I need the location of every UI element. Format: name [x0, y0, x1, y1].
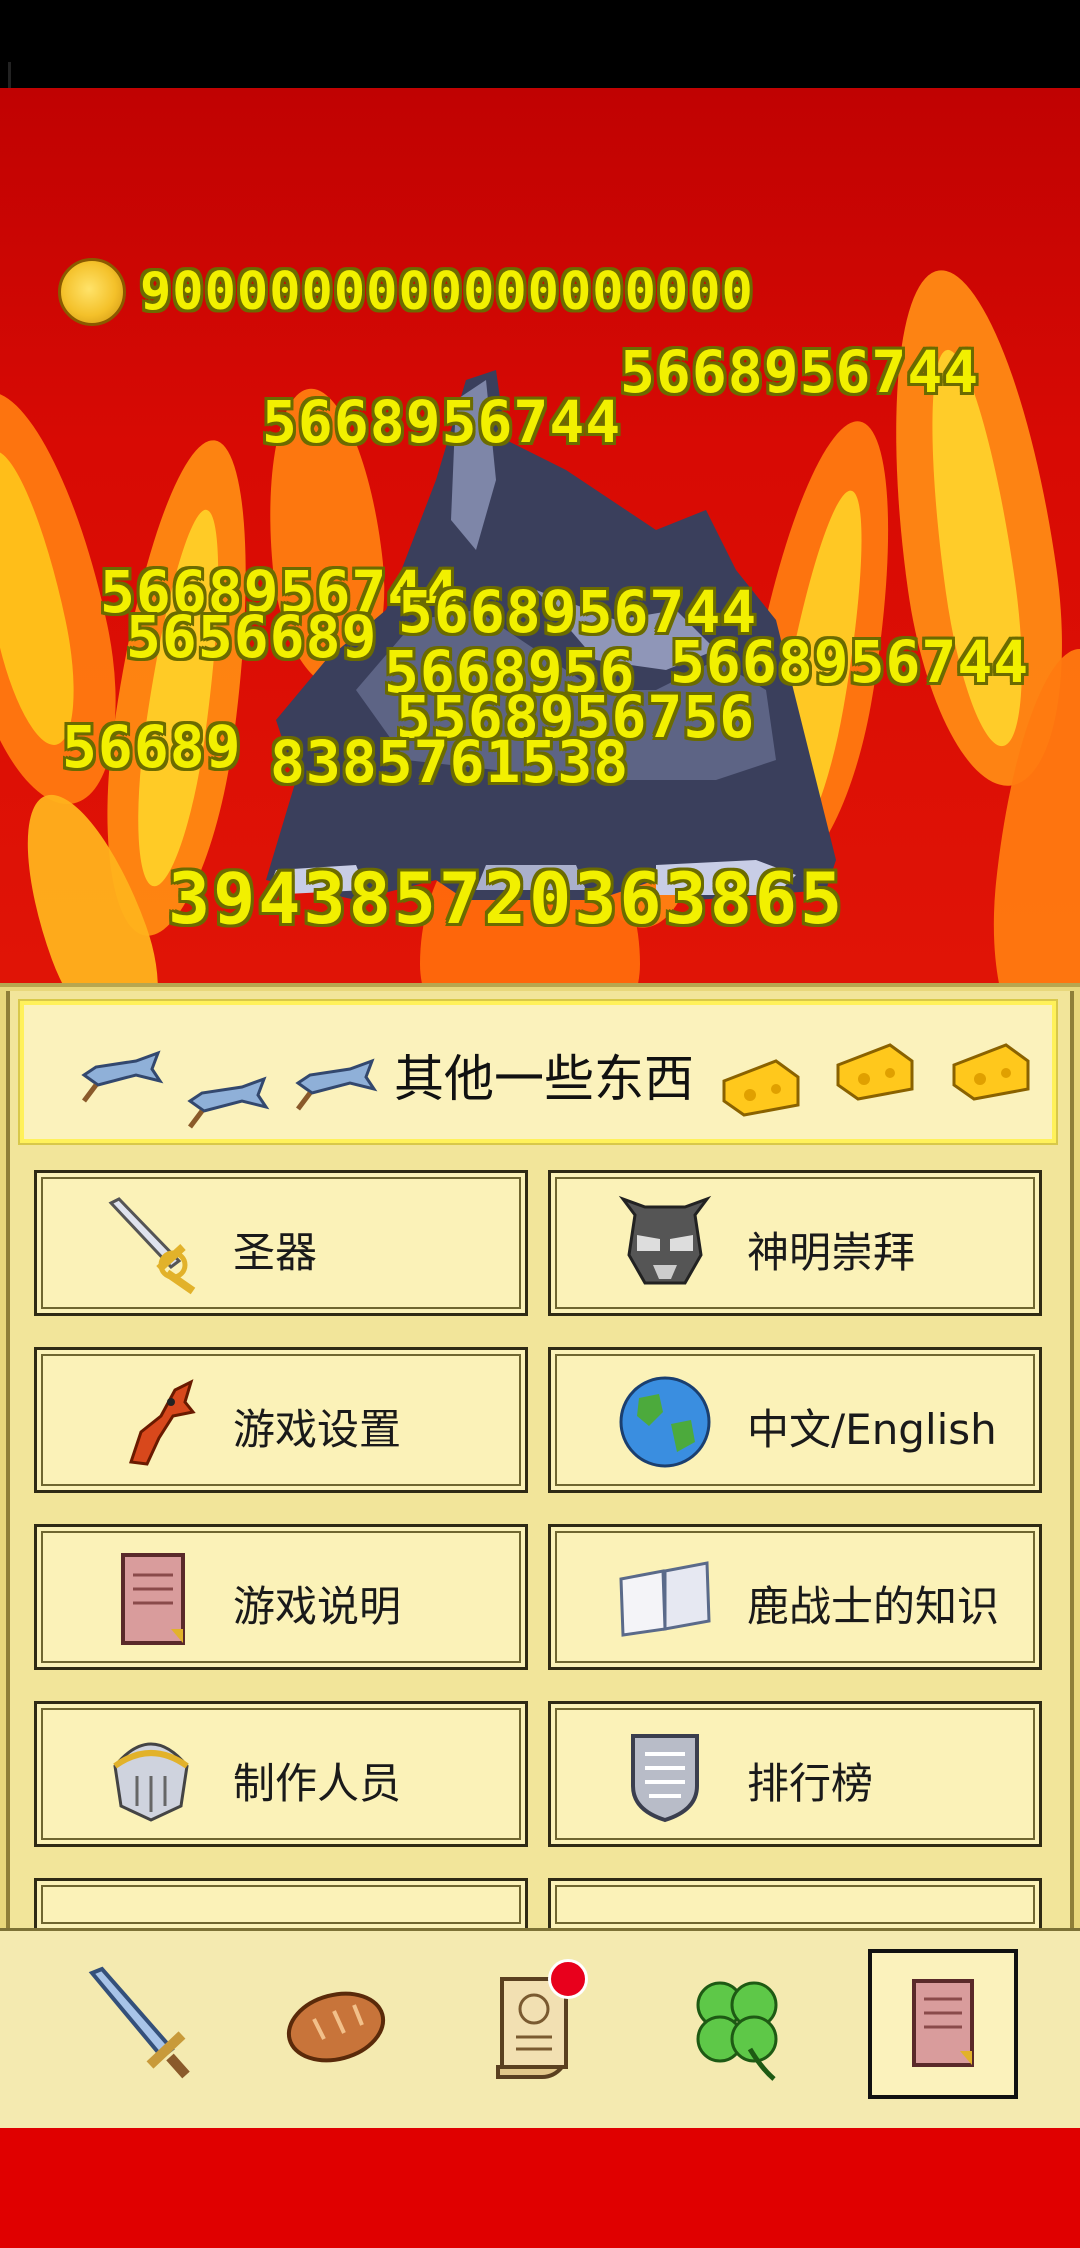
god-worship-button[interactable]: 神明崇拜 [548, 1170, 1042, 1316]
globe-icon [619, 1376, 711, 1468]
footer-bar [0, 2128, 1080, 2248]
status-bar [0, 0, 1080, 152]
game-settings-button[interactable]: 游戏设置 [34, 1347, 528, 1493]
holy-sword-icon [108, 1197, 196, 1295]
notification-badge [548, 1959, 588, 1999]
gold-amount: 9000000000000000000 [140, 262, 754, 322]
holy-artifact-button[interactable]: 圣器 [34, 1170, 528, 1316]
open-book-icon [619, 1561, 711, 1637]
cheese-icon [836, 1043, 914, 1101]
damage-number: 5656689 [126, 603, 378, 671]
menu-title-box: 其他一些东西 [20, 1001, 1056, 1143]
nav-other[interactable] [868, 1949, 1018, 2099]
book-icon [912, 1979, 974, 2067]
button-label: 鹿战士的知识 [747, 1582, 1000, 1631]
button-label: 中文/English [747, 1405, 997, 1454]
button-label: 排行榜 [747, 1759, 874, 1808]
nav-food[interactable] [262, 1949, 412, 2099]
scroll-icon [496, 1977, 568, 2079]
fish-icon [81, 1050, 164, 1103]
button-label: 制作人员 [233, 1759, 402, 1808]
nav-battle[interactable] [62, 1949, 212, 2099]
language-button[interactable]: 中文/English [548, 1347, 1042, 1493]
cheese-icon [722, 1059, 800, 1117]
sword-icon [88, 1966, 190, 2079]
nav-luck[interactable] [662, 1949, 812, 2099]
knight-helmet-icon [113, 1742, 189, 1822]
total-damage-number: 394385720363865 [168, 858, 846, 940]
damage-number: 8385761538 [270, 728, 630, 796]
button-label: 游戏说明 [233, 1582, 402, 1631]
shield-icon [631, 1734, 699, 1823]
rule-book-icon [121, 1553, 185, 1645]
bottom-navigation [0, 1928, 1080, 2128]
menu-button-partial[interactable] [34, 1878, 528, 1928]
fish-icon [295, 1058, 378, 1111]
menu-title: 其他一些东西 [394, 1050, 694, 1108]
battle-arena[interactable]: 9000000000000000000 5668956744 566895674… [0, 88, 1080, 983]
menu-button-partial[interactable] [548, 1878, 1042, 1928]
deer-warrior-knowledge-button[interactable]: 鹿战士的知识 [548, 1524, 1042, 1670]
damage-number: 5668956744 [262, 388, 622, 456]
credits-button[interactable]: 制作人员 [34, 1701, 528, 1847]
button-label: 神明崇拜 [747, 1228, 916, 1277]
gold-counter: 9000000000000000000 [58, 256, 754, 328]
god-mask-icon [618, 1195, 712, 1285]
game-guide-button[interactable]: 游戏说明 [34, 1524, 528, 1670]
fish-icon [187, 1076, 270, 1129]
damage-number: 5668956744 [620, 338, 980, 406]
clover-icon [696, 1981, 778, 2081]
button-label: 游戏设置 [233, 1405, 402, 1454]
lobster-icon [128, 1379, 196, 1466]
button-label: 圣器 [233, 1228, 318, 1277]
menu-panel: 其他一些东西 圣器 神明崇拜 游戏设置 中文/English 游戏说明 鹿战士的… [0, 983, 1080, 1928]
leaderboard-button[interactable]: 排行榜 [548, 1701, 1042, 1847]
bread-icon [286, 1991, 386, 2063]
gold-coin-icon [58, 258, 126, 326]
nav-quests[interactable] [462, 1949, 612, 2099]
cheese-icon [952, 1043, 1030, 1101]
damage-number: 56689 [62, 713, 242, 781]
